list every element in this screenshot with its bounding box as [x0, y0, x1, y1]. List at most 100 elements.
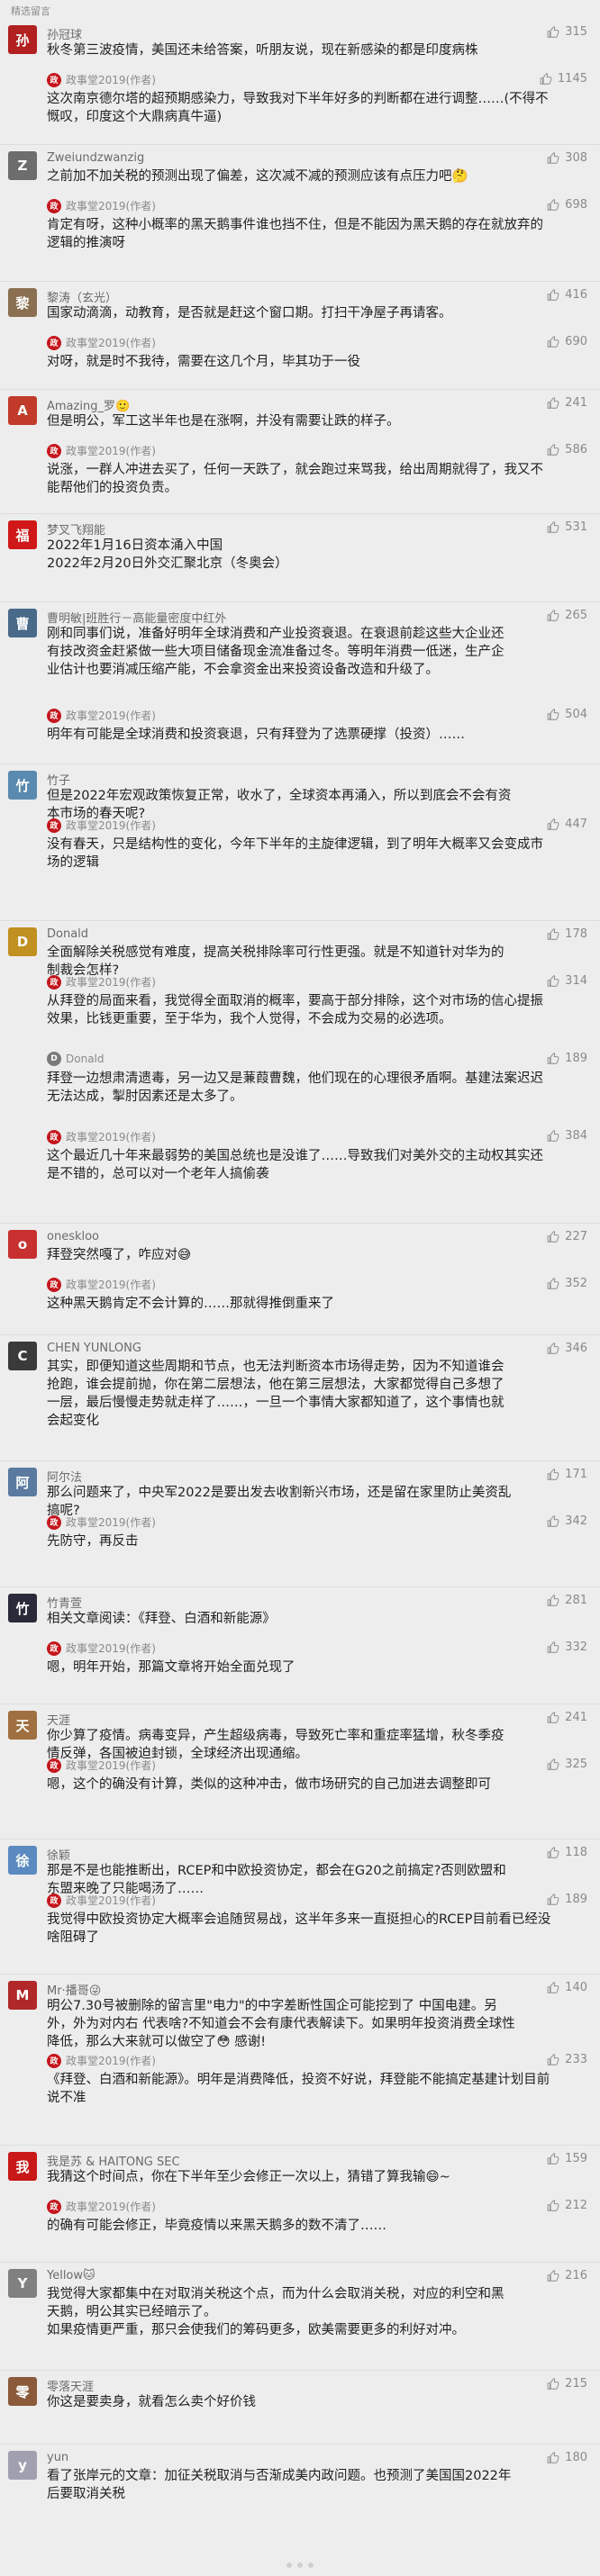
like-count: 1145 [557, 72, 587, 86]
user-avatar[interactable]: 福 [8, 520, 37, 549]
thumbs-up-icon [547, 520, 559, 534]
user-avatar[interactable]: 零 [8, 2377, 37, 2406]
comment-divider [0, 920, 600, 921]
like-button[interactable]: 698 [547, 198, 587, 212]
like-button[interactable]: 159 [547, 2152, 587, 2165]
like-button[interactable]: 384 [547, 1129, 587, 1143]
user-avatar[interactable]: Z [8, 151, 37, 180]
comment-divider [0, 144, 600, 145]
like-count: 416 [565, 288, 587, 302]
thumbs-up-icon [547, 2451, 559, 2464]
thumbs-up-icon [547, 1594, 559, 1607]
thumbs-up-icon [547, 818, 559, 831]
like-button[interactable]: 189 [547, 1052, 587, 1065]
like-button[interactable]: 281 [547, 1594, 587, 1607]
reply-author-name: 政事堂2019(作者) [66, 1642, 156, 1655]
like-button[interactable]: 215 [547, 2377, 587, 2391]
like-button[interactable]: 241 [547, 1711, 587, 1724]
like-button[interactable]: 171 [547, 1468, 587, 1481]
avatar-glyph: 天 [8, 1711, 37, 1740]
like-count: 189 [565, 1893, 587, 1906]
like-button[interactable]: 140 [547, 1981, 587, 1994]
user-avatar[interactable]: 孙 [8, 25, 37, 54]
reply-header: 政政事堂2019(作者) [47, 72, 156, 87]
user-avatar[interactable]: 我 [8, 2152, 37, 2181]
user-avatar[interactable]: 曹 [8, 609, 37, 637]
like-count: 216 [565, 2269, 587, 2282]
thumbs-up-icon [547, 2269, 559, 2282]
like-button[interactable]: 342 [547, 1514, 587, 1528]
like-button[interactable]: 180 [547, 2451, 587, 2464]
commenter-name: Amazing_罗🙂 [47, 400, 131, 413]
thumbs-up-icon [547, 2152, 559, 2165]
like-count: 212 [565, 2199, 587, 2212]
like-button[interactable]: 325 [547, 1758, 587, 1771]
reply-text: 的确有可能会修正，毕竟疫情以来黑天鹅多的数不清了…… [47, 2219, 386, 2233]
user-avatar[interactable]: M [8, 1981, 37, 2010]
user-avatar[interactable]: 黎 [8, 288, 37, 317]
thumbs-up-icon [547, 396, 559, 410]
like-button[interactable]: 227 [547, 1230, 587, 1243]
user-avatar[interactable]: A [8, 396, 37, 425]
like-button[interactable]: 314 [547, 974, 587, 988]
like-count: 227 [565, 1230, 587, 1243]
like-count: 159 [565, 2152, 587, 2165]
like-button[interactable]: 216 [547, 2269, 587, 2282]
user-avatar[interactable]: 天 [8, 1711, 37, 1740]
user-avatar[interactable]: o [8, 1230, 37, 1259]
comment-text: 你这是要卖身，就看怎么卖个好价钱 [47, 2395, 256, 2409]
like-button[interactable]: 265 [547, 609, 587, 622]
reply-text: 肯定有呀，这种小概率的黑天鹅事件谁也挡不住，但是不能因为黑天鹅的存在就放弃的逻辑… [47, 218, 543, 250]
like-button[interactable]: 241 [547, 396, 587, 410]
user-avatar[interactable]: D [8, 927, 37, 956]
avatar-glyph: 竹 [8, 1594, 37, 1622]
like-button[interactable]: 178 [547, 927, 587, 941]
like-button[interactable]: 346 [547, 1342, 587, 1355]
reply-header: 政政事堂2019(作者) [47, 708, 156, 723]
user-avatar[interactable]: y [8, 2451, 37, 2480]
reply-author-name: 政事堂2019(作者) [66, 200, 156, 212]
like-button[interactable]: 118 [547, 1846, 587, 1859]
reply-header: 政政事堂2019(作者) [47, 818, 156, 833]
like-button[interactable]: 690 [547, 335, 587, 348]
user-avatar[interactable]: 徐 [8, 1846, 37, 1875]
like-button[interactable]: 233 [547, 2053, 587, 2066]
like-count: 171 [565, 1468, 587, 1481]
thumbs-up-icon [547, 1129, 559, 1143]
reply-avatar: 政 [47, 198, 61, 213]
user-avatar[interactable]: Y [8, 2269, 37, 2298]
like-button[interactable]: 1145 [540, 72, 587, 86]
like-button[interactable]: 352 [547, 1277, 587, 1290]
like-button[interactable]: 504 [547, 708, 587, 721]
like-button[interactable]: 447 [547, 818, 587, 831]
like-button[interactable]: 332 [547, 1641, 587, 1654]
thumbs-up-icon [547, 198, 559, 212]
user-avatar[interactable]: 竹 [8, 1594, 37, 1622]
thumbs-up-icon [547, 2377, 559, 2391]
like-count: 241 [565, 1711, 587, 1724]
user-avatar[interactable]: C [8, 1342, 37, 1370]
comment-divider [0, 1334, 600, 1335]
like-count: 352 [565, 1277, 587, 1290]
thumbs-up-icon [547, 927, 559, 941]
like-button[interactable]: 212 [547, 2199, 587, 2212]
avatar-glyph: 孙 [8, 25, 37, 54]
commenter-name: CHEN YUNLONG [47, 1342, 141, 1355]
like-button[interactable]: 308 [547, 151, 587, 165]
like-button[interactable]: 315 [547, 25, 587, 39]
like-button[interactable]: 189 [547, 1893, 587, 1906]
user-avatar[interactable]: 竹 [8, 771, 37, 800]
thumbs-up-icon [547, 2199, 559, 2212]
user-avatar[interactable]: 阿 [8, 1468, 37, 1496]
like-count: 531 [565, 520, 587, 534]
like-count: 698 [565, 198, 587, 212]
commenter-name: Zweiundzwanzig [47, 151, 145, 165]
like-button[interactable]: 416 [547, 288, 587, 302]
like-count: 180 [565, 2451, 587, 2464]
like-count: 384 [565, 1129, 587, 1143]
reply-avatar: 政 [47, 1893, 61, 1908]
reply-avatar: 政 [47, 708, 61, 723]
like-button[interactable]: 586 [547, 443, 587, 456]
comment-text: 我猜这个时间点，你在下半年至少会修正一次以上，猜错了算我输😄~ [47, 2170, 450, 2184]
like-button[interactable]: 531 [547, 520, 587, 534]
